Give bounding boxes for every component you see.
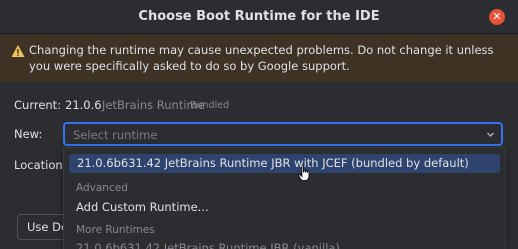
runtime-option-vanilla-name: JetBrains Runtime bbox=[163, 241, 267, 249]
current-bundled-badge: Bundled bbox=[190, 100, 230, 111]
current-version: 21.0.6 bbox=[65, 98, 102, 112]
add-custom-runtime-item[interactable]: Add Custom Runtime... bbox=[76, 200, 209, 214]
close-icon[interactable]: ✕ bbox=[489, 9, 505, 25]
runtime-option-bundled-label: 21.0.6b631.42 JetBrains Runtime JBR with… bbox=[77, 156, 469, 170]
dialog-title: Choose Boot Runtime for the IDE bbox=[138, 9, 380, 24]
location-label: Location: bbox=[14, 158, 67, 172]
warning-banner: Changing the runtime may cause unexpecte… bbox=[0, 34, 518, 82]
dialog-titlebar: Choose Boot Runtime for the IDE ✕ bbox=[0, 0, 518, 34]
group-header-more-runtimes: More Runtimes bbox=[76, 224, 155, 236]
new-label: New: bbox=[14, 127, 43, 141]
warning-text: Changing the runtime may cause unexpecte… bbox=[29, 43, 494, 73]
runtime-select-placeholder: Select runtime bbox=[73, 128, 158, 142]
hand-cursor-icon bbox=[298, 164, 310, 181]
use-default-label: Use De bbox=[27, 220, 69, 234]
warning-icon bbox=[11, 45, 25, 57]
chevron-down-icon[interactable] bbox=[486, 130, 495, 139]
runtime-option-bundled[interactable]: 21.0.6b631.42 JetBrains Runtime JBR with… bbox=[69, 154, 500, 173]
runtime-option-vanilla[interactable]: 21.0.6b631.42 JetBrains Runtime JBR (van… bbox=[76, 241, 340, 249]
current-label: Current: bbox=[14, 98, 62, 112]
runtime-dropdown-popup: 21.0.6b631.42 JetBrains Runtime JBR with… bbox=[63, 147, 506, 249]
runtime-option-vanilla-version: 21.0.6b631.42 bbox=[76, 241, 161, 249]
runtime-option-vanilla-variant: JBR (vanilla) bbox=[270, 241, 340, 249]
runtime-select[interactable]: Select runtime bbox=[63, 122, 503, 146]
group-header-advanced: Advanced bbox=[76, 182, 128, 194]
